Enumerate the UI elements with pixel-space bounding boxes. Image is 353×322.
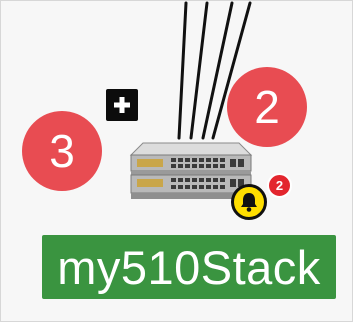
neighbor-count-badge[interactable]: 2	[227, 67, 307, 147]
link-line	[189, 1, 209, 140]
bell-icon	[241, 193, 257, 212]
alarm-count-badge: 2	[267, 173, 292, 198]
neighbor-count-left: 3	[49, 125, 75, 177]
neighbor-count-badge[interactable]: 3	[22, 111, 102, 191]
plus-icon	[114, 97, 130, 113]
link-line	[177, 1, 188, 140]
alarm-count: 2	[275, 178, 284, 193]
topology-canvas[interactable]: 2 3 2 my510Stack	[0, 0, 353, 322]
neighbor-count-top-right: 2	[254, 81, 280, 133]
node-name: my510Stack	[57, 240, 321, 294]
node-name-label[interactable]: my510Stack	[42, 235, 336, 299]
alarm-indicator[interactable]	[231, 184, 267, 220]
expand-button[interactable]	[106, 89, 138, 121]
